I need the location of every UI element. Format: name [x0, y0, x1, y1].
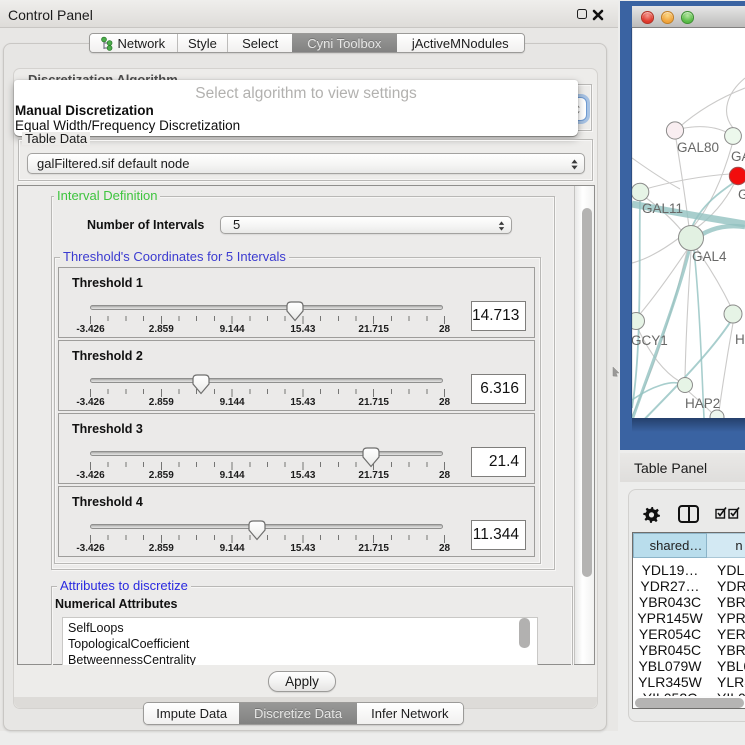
svg-text:GCY1: GCY1	[632, 333, 668, 348]
svg-text:HAP2: HAP2	[685, 396, 720, 411]
svg-text:GA: GA	[731, 149, 745, 164]
svg-text:H: H	[735, 332, 745, 347]
svg-text:GAL4: GAL4	[692, 249, 727, 264]
svg-text:GAL80: GAL80	[677, 140, 719, 155]
svg-text:GAL11: GAL11	[642, 201, 683, 216]
svg-text:G: G	[738, 187, 745, 202]
